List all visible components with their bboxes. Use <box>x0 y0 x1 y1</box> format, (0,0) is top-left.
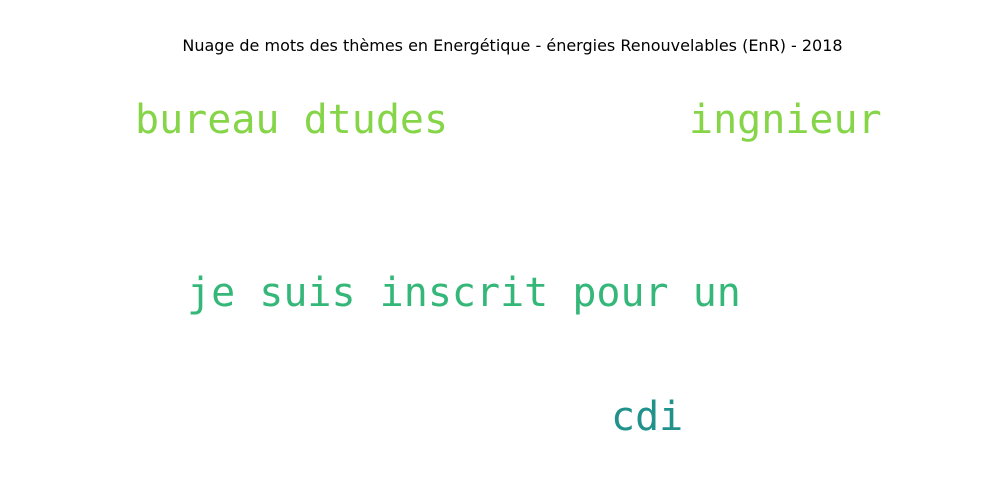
word-ingnieur: ingnieur <box>689 97 882 143</box>
word-cdi: cdi <box>611 394 684 440</box>
word-je-suis-inscrit-pour-un: je suis inscrit pour un <box>187 270 741 316</box>
word-cloud: bureau dtudes ingnieur je suis inscrit p… <box>0 0 1000 500</box>
word-bureau-dtudes: bureau dtudes <box>135 97 449 143</box>
